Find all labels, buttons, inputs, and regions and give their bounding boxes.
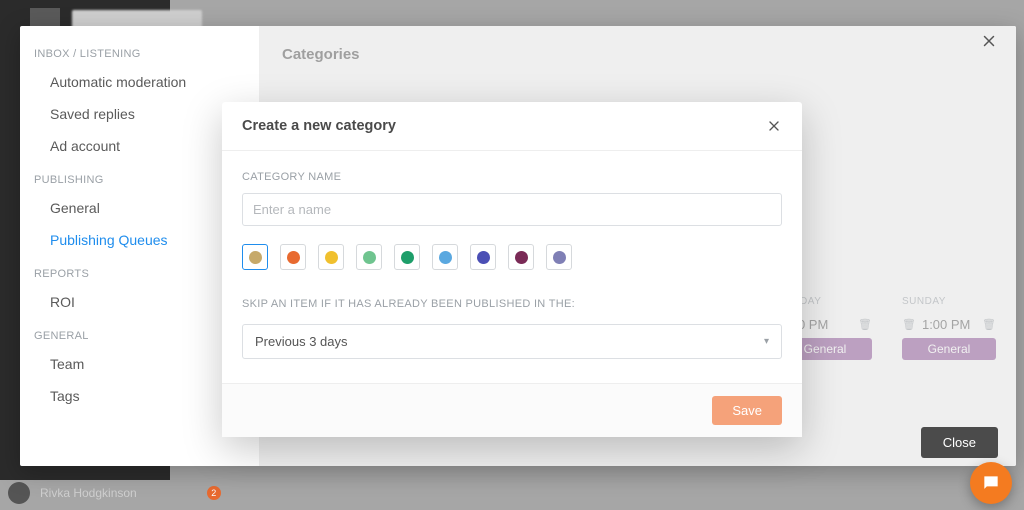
chat-fab[interactable] [970, 462, 1012, 504]
color-dot [515, 251, 528, 264]
color-swatch[interactable] [546, 244, 572, 270]
category-name-label: CATEGORY NAME [242, 171, 782, 183]
chevron-down-icon: ▾ [764, 336, 769, 347]
create-category-close-button[interactable] [766, 118, 782, 134]
create-category-header: Create a new category [222, 102, 802, 151]
user-name: Rivka Hodgkinson [40, 486, 137, 500]
save-button[interactable]: Save [712, 396, 782, 425]
create-category-title: Create a new category [242, 118, 396, 134]
color-dot [553, 251, 566, 264]
notification-badge: 2 [207, 486, 221, 500]
skip-duration-select[interactable]: Previous 3 days ▾ [242, 324, 782, 359]
settings-close-button[interactable] [980, 32, 1002, 54]
color-dot [439, 251, 452, 264]
color-dot [363, 251, 376, 264]
create-category-footer: Save [222, 383, 802, 437]
create-category-body: CATEGORY NAME SKIP AN ITEM IF IT HAS ALR… [222, 151, 802, 383]
color-swatch[interactable] [508, 244, 534, 270]
sidebar-item[interactable]: Automatic moderation [20, 66, 259, 98]
close-icon [766, 118, 782, 134]
chat-icon [981, 473, 1001, 493]
close-icon [980, 32, 998, 50]
color-dot [325, 251, 338, 264]
color-dot [477, 251, 490, 264]
color-dot [249, 251, 262, 264]
color-swatch[interactable] [318, 244, 344, 270]
color-swatch[interactable] [394, 244, 420, 270]
create-category-modal: Create a new category CATEGORY NAME SKIP… [222, 102, 802, 437]
color-swatch[interactable] [470, 244, 496, 270]
account-user-row: Rivka Hodgkinson 2 [8, 482, 221, 504]
skip-duration-value: Previous 3 days [255, 334, 348, 349]
color-swatch[interactable] [432, 244, 458, 270]
settings-close-footer-button[interactable]: Close [921, 427, 998, 458]
category-name-input[interactable] [242, 193, 782, 226]
color-swatch[interactable] [280, 244, 306, 270]
color-picker [242, 244, 782, 270]
user-avatar [8, 482, 30, 504]
color-dot [287, 251, 300, 264]
color-swatch[interactable] [242, 244, 268, 270]
sidebar-section-label: INBOX / LISTENING [20, 36, 259, 66]
skip-label: SKIP AN ITEM IF IT HAS ALREADY BEEN PUBL… [242, 298, 782, 310]
color-dot [401, 251, 414, 264]
color-swatch[interactable] [356, 244, 382, 270]
